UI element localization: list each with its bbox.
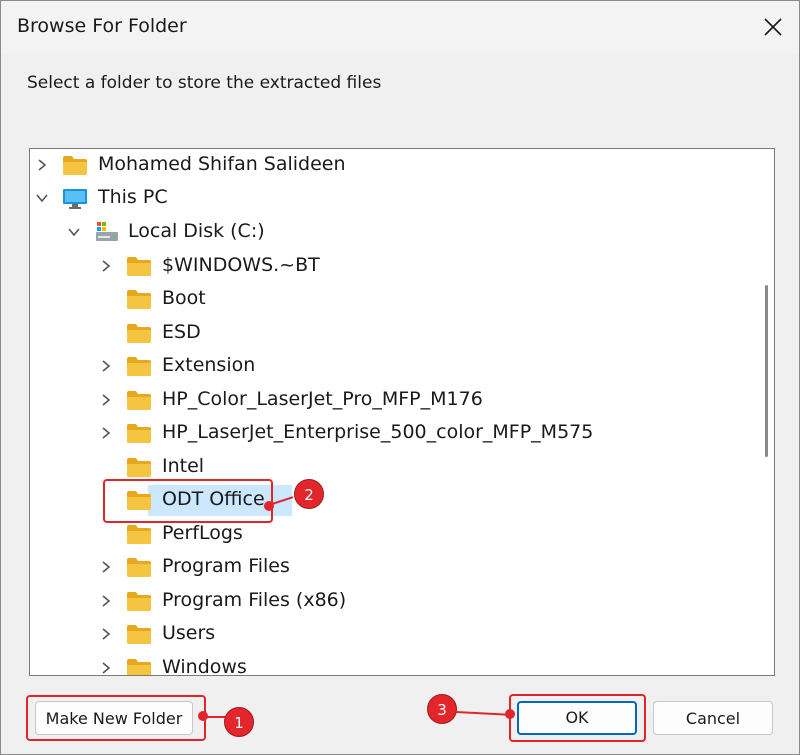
folder-icon [126,421,152,445]
tree-item-label: Boot [162,287,206,309]
tree-item-label: Intel [162,455,205,477]
chevron-right-icon[interactable] [98,392,114,408]
tree-item[interactable]: Program Files (x86) [30,585,760,618]
title-bar: Browse For Folder [1,1,799,53]
dialog-title: Browse For Folder [17,15,187,37]
folder-icon [126,388,152,412]
folder-icon [126,622,152,646]
tree-item[interactable]: Mohamed Shifan Salideen [30,149,760,182]
tree-item-label: $WINDOWS.~BT [162,254,320,276]
tree-item-label: Mohamed Shifan Salideen [98,153,346,175]
tree-item-label: This PC [98,186,168,208]
tree-item-label: Program Files [162,555,290,577]
chevron-right-icon[interactable] [98,660,114,675]
tree-item-label: HP_Color_LaserJet_Pro_MFP_M176 [162,388,483,410]
tree-item-label: HP_LaserJet_Enterprise_500_color_MFP_M57… [162,421,594,443]
tree-item-label: Windows [162,656,247,676]
chevron-right-icon[interactable] [98,258,114,274]
tree-item[interactable]: Extension [30,350,760,383]
tree-item-label: ESD [162,321,201,343]
tree-item[interactable]: Users [30,618,760,651]
monitor-icon [62,186,88,210]
callout-1: 1 [224,707,254,737]
tree-item[interactable]: Boot [30,283,760,316]
highlight-ok [509,694,646,742]
folder-icon [126,589,152,613]
folder-icon [126,522,152,546]
tree-item[interactable]: Local Disk (C:) [30,216,760,249]
highlight-make-new-folder [26,695,206,741]
tree-item-label: Local Disk (C:) [128,220,265,242]
instruction-text: Select a folder to store the extracted f… [27,73,382,93]
tree-item-label: Program Files (x86) [162,589,347,611]
chevron-right-icon[interactable] [98,593,114,609]
callout-3: 3 [427,694,457,724]
callout-2: 2 [294,479,324,509]
connector-dot [505,709,515,719]
close-icon [764,18,782,36]
folder-tree[interactable]: Mohamed Shifan Salideen This PC Local Disk… [29,148,775,676]
tree-item-label: Users [162,622,216,644]
tree-item[interactable]: This PC [30,182,760,215]
chevron-down-icon[interactable] [66,224,82,240]
cancel-button[interactable]: Cancel [653,701,773,735]
folder-icon [126,254,152,278]
chevron-right-icon[interactable] [98,559,114,575]
tree-item[interactable]: HP_Color_LaserJet_Pro_MFP_M176 [30,384,760,417]
chevron-right-icon[interactable] [98,358,114,374]
folder-icon [126,321,152,345]
folder-icon [126,656,152,675]
tree-item-label: Extension [162,354,256,376]
tree-item[interactable]: Windows [30,652,760,676]
tree-item-label: PerfLogs [162,522,243,544]
chevron-down-icon[interactable] [34,190,50,206]
tree-item[interactable]: HP_LaserJet_Enterprise_500_color_MFP_M57… [30,417,760,450]
drive-icon [94,220,120,244]
scrollbar-thumb[interactable] [765,285,768,457]
chevron-right-icon[interactable] [98,626,114,642]
tree-item[interactable]: $WINDOWS.~BT [30,250,760,283]
browse-for-folder-dialog: Browse For Folder Select a folder to sto… [0,0,800,755]
tree-scrollbar[interactable] [760,149,774,675]
highlight-odt-office [103,479,273,523]
chevron-right-icon[interactable] [98,425,114,441]
tree-item[interactable]: Program Files [30,551,760,584]
folder-icon [126,354,152,378]
user-folder-icon [62,153,88,177]
folder-icon [126,555,152,579]
tree-item[interactable]: ESD [30,317,760,350]
connector-line [202,716,226,718]
close-button[interactable] [747,1,799,53]
folder-icon [126,455,152,479]
chevron-right-icon[interactable] [34,157,50,173]
folder-icon [126,287,152,311]
